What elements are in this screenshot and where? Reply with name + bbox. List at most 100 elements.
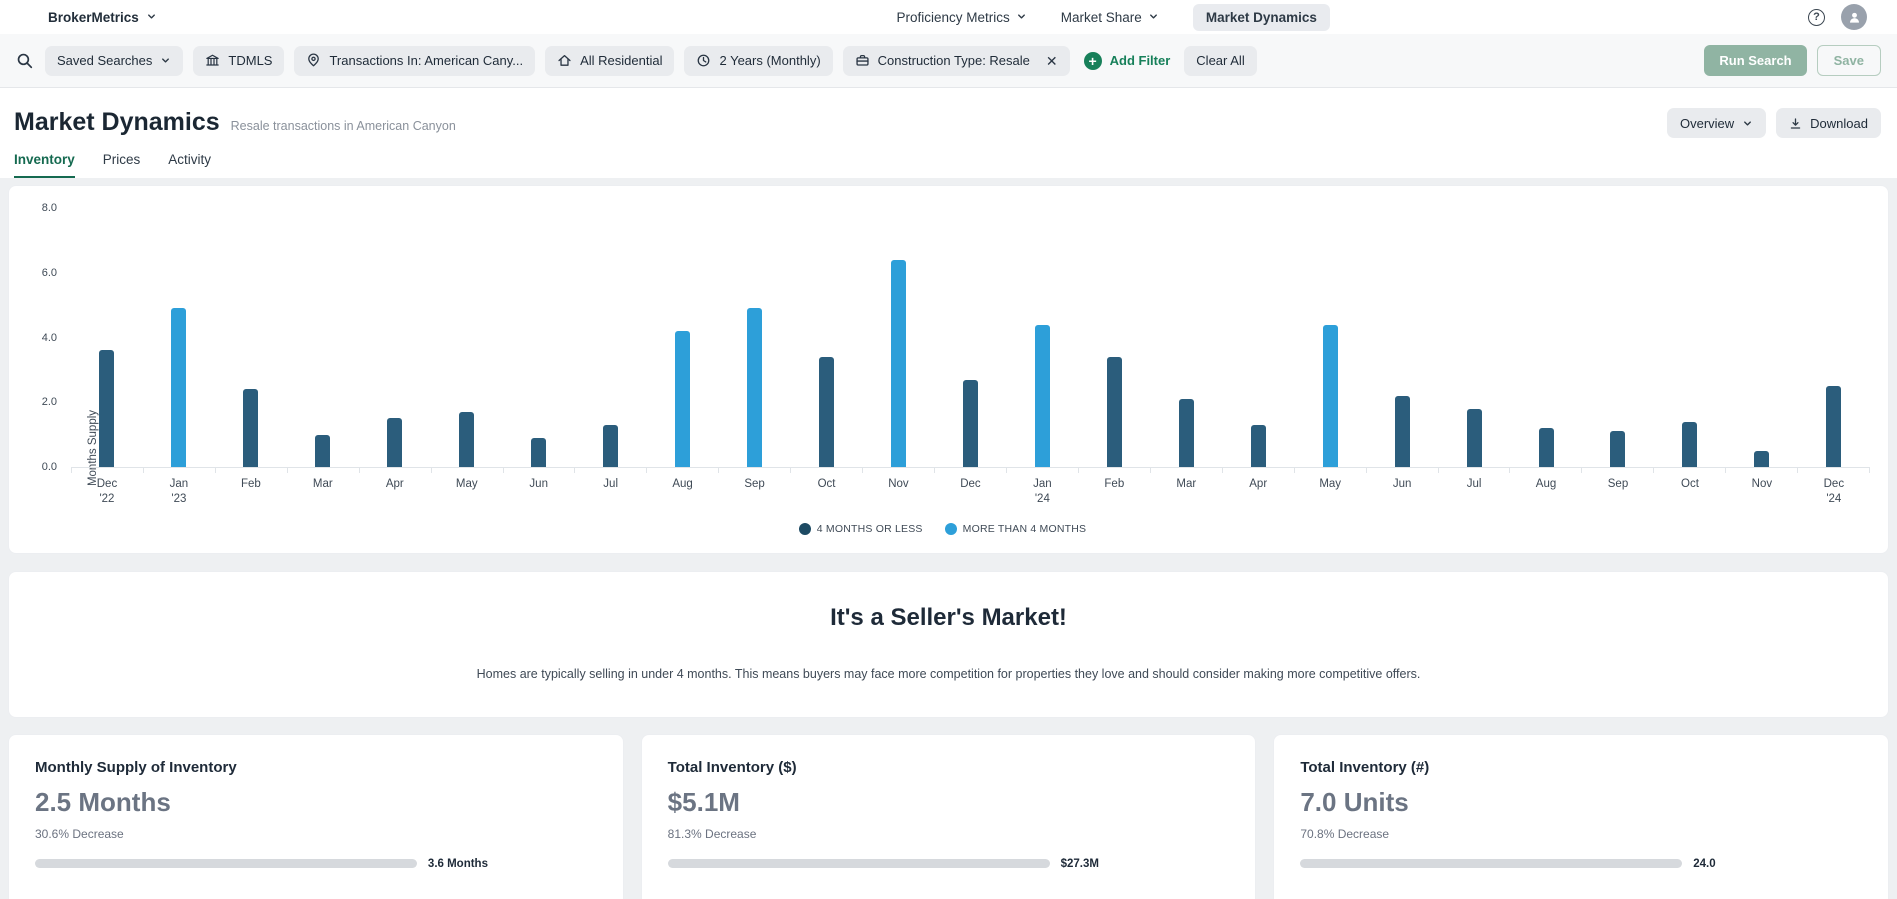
metric-bar-track bbox=[1300, 859, 1683, 869]
chevron-down-icon bbox=[1148, 10, 1159, 25]
bar-Oct[interactable] bbox=[819, 356, 834, 467]
bar-Sep[interactable] bbox=[1610, 431, 1626, 467]
run-search-button[interactable]: Run Search bbox=[1704, 45, 1807, 76]
filter-chip-1[interactable]: TDMLS bbox=[193, 45, 285, 76]
y-tick-label: 4.0 bbox=[41, 331, 57, 344]
tab-activity[interactable]: Activity bbox=[168, 152, 211, 178]
filter-chip-4[interactable]: 2 Years (Monthly) bbox=[684, 45, 833, 76]
nav-item-market-dynamics[interactable]: Market Dynamics bbox=[1192, 3, 1330, 31]
nav-item-proficiency-metrics[interactable]: Proficiency Metrics bbox=[896, 10, 1026, 25]
tab-prices[interactable]: Prices bbox=[103, 152, 141, 178]
x-label-Jan'24: Jan '24 bbox=[1033, 478, 1052, 505]
bar-Dec[interactable] bbox=[962, 379, 978, 467]
chart-legend: 4 MONTHS OR LESS MORE THAN 4 MONTHS bbox=[9, 522, 1876, 535]
bar-May[interactable] bbox=[459, 411, 475, 467]
tab-inventory[interactable]: Inventory bbox=[14, 152, 75, 178]
x-tick bbox=[1510, 468, 1583, 473]
market-banner-title: It's a Seller's Market! bbox=[830, 603, 1067, 631]
x-tick bbox=[216, 468, 288, 473]
add-filter-label: Add Filter bbox=[1109, 53, 1171, 68]
bar-May[interactable] bbox=[1322, 324, 1338, 467]
x-label-Dec: Dec bbox=[960, 478, 981, 490]
bar-Sep[interactable] bbox=[747, 308, 763, 467]
bar-Jun[interactable] bbox=[531, 437, 547, 467]
bar-Dec'24[interactable] bbox=[1826, 386, 1842, 467]
overview-dropdown[interactable]: Overview bbox=[1666, 108, 1767, 138]
metric-bar-row: 24.0 bbox=[1300, 858, 1862, 870]
page-title: Market Dynamics bbox=[14, 108, 220, 136]
x-tick bbox=[144, 468, 216, 473]
metric-card-0: Monthly Supply of Inventory 2.5 Months 30.… bbox=[8, 733, 624, 899]
download-icon bbox=[1790, 117, 1801, 129]
y-tick-label: 8.0 bbox=[41, 202, 57, 214]
market-banner: It's a Seller's Market! Homes are typica… bbox=[8, 570, 1889, 718]
x-tick bbox=[719, 468, 792, 473]
bar-slot bbox=[1078, 208, 1150, 467]
bar-slot bbox=[1294, 208, 1366, 467]
brand-menu[interactable]: BrokerMetrics bbox=[48, 10, 157, 25]
briefcase-icon bbox=[855, 53, 870, 68]
clear-all-button[interactable]: Clear All bbox=[1184, 45, 1257, 76]
nav-item-market-share[interactable]: Market Share bbox=[1061, 10, 1159, 25]
x-label-Jun: Jun bbox=[1392, 478, 1412, 490]
metric-card-title: Monthly Supply of Inventory bbox=[35, 758, 237, 776]
metric-bar-label: 3.6 Months bbox=[427, 857, 488, 870]
filter-chip-3[interactable]: All Residential bbox=[545, 45, 675, 76]
x-tick bbox=[1798, 468, 1871, 473]
bar-Oct[interactable] bbox=[1682, 421, 1698, 467]
bar-Feb[interactable] bbox=[243, 389, 259, 467]
x-label-Aug: Aug bbox=[1535, 478, 1557, 490]
bar-Apr[interactable] bbox=[1250, 424, 1266, 467]
add-filter-button[interactable]: + Add Filter bbox=[1083, 51, 1171, 70]
nav-item-label: Proficiency Metrics bbox=[896, 9, 1010, 25]
x-label-Feb: Feb bbox=[240, 478, 261, 490]
x-label-Jun: Jun bbox=[529, 478, 548, 490]
bar-slot bbox=[1798, 208, 1870, 467]
bar-Jul[interactable] bbox=[603, 424, 619, 467]
x-tick bbox=[1151, 468, 1223, 473]
close-icon[interactable]: ✕ bbox=[1046, 54, 1058, 68]
bar-Jun[interactable] bbox=[1394, 395, 1410, 467]
bar-Aug[interactable] bbox=[1538, 428, 1554, 467]
metric-card-change: 81.3% Decrease bbox=[667, 826, 757, 841]
bar-Mar[interactable] bbox=[1178, 399, 1194, 467]
filter-chip-0[interactable]: Saved Searches bbox=[45, 45, 184, 76]
bar-slot bbox=[1438, 208, 1510, 467]
x-tick bbox=[647, 468, 720, 473]
help-icon[interactable]: ? bbox=[1808, 8, 1825, 26]
y-tick-label: 0.0 bbox=[41, 461, 57, 473]
avatar[interactable] bbox=[1841, 4, 1867, 30]
home-icon bbox=[557, 53, 572, 68]
metric-card-change: 30.6% Decrease bbox=[35, 826, 124, 841]
download-button[interactable]: Download bbox=[1776, 108, 1881, 138]
save-button[interactable]: Save bbox=[1816, 45, 1881, 76]
filter-chip-2[interactable]: Transactions In: American Cany... bbox=[294, 45, 536, 76]
x-axis-labels: Dec '22 Jan '23 Feb Mar Apr May Jun Jul Aug Sep Oct N… bbox=[71, 477, 1870, 507]
bar-Jul[interactable] bbox=[1466, 408, 1482, 467]
bar-slot bbox=[503, 208, 575, 467]
metric-bar bbox=[35, 859, 417, 869]
bar-Apr[interactable] bbox=[387, 418, 403, 467]
bar-Nov[interactable] bbox=[890, 259, 906, 467]
bar-slot bbox=[1150, 208, 1222, 467]
x-label-Oct: Oct bbox=[1681, 478, 1699, 490]
search-icon[interactable] bbox=[16, 52, 33, 69]
filter-chip-5[interactable]: Construction Type: Resale ✕ bbox=[842, 45, 1070, 76]
bar-Aug[interactable] bbox=[675, 331, 691, 467]
metric-card-value: 2.5 Months bbox=[35, 786, 171, 817]
bar-Nov[interactable] bbox=[1754, 450, 1770, 467]
x-label-Mar: Mar bbox=[1176, 478, 1197, 490]
overview-label: Overview bbox=[1679, 115, 1735, 131]
bar-Dec'22[interactable] bbox=[99, 350, 115, 467]
bar-Jan'23[interactable] bbox=[171, 308, 187, 467]
y-tick-label: 6.0 bbox=[41, 266, 57, 279]
bar-Feb[interactable] bbox=[1106, 356, 1122, 467]
bar-Mar[interactable] bbox=[315, 434, 331, 467]
filter-bar: Saved Searches TDMLS Transactions In: Amer… bbox=[0, 34, 1897, 88]
bar-slot bbox=[719, 208, 791, 467]
download-label: Download bbox=[1810, 115, 1868, 131]
x-tick bbox=[288, 468, 360, 473]
bar-Jan'24[interactable] bbox=[1034, 324, 1050, 467]
bar-slot bbox=[287, 208, 359, 467]
top-nav-links: Proficiency Metrics Market Share Market Dy… bbox=[896, 0, 1330, 34]
